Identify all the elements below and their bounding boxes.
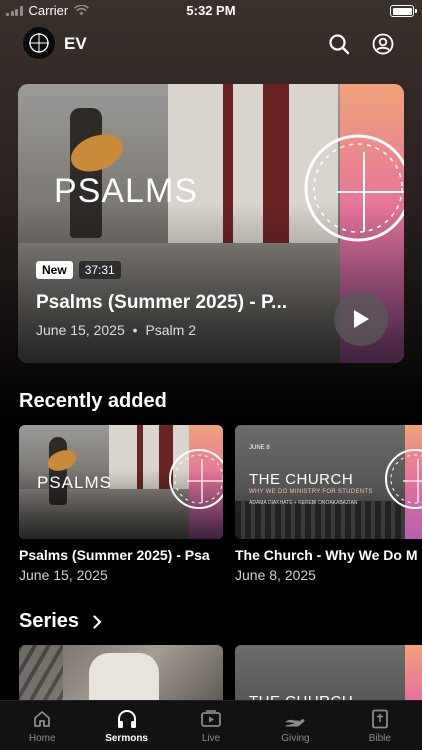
recent-sermon-date: June 8, 2025: [235, 567, 316, 583]
search-icon: [329, 34, 350, 55]
home-icon: [34, 711, 51, 727]
church-logo[interactable]: [22, 26, 56, 60]
tab-bible[interactable]: Bible: [338, 701, 422, 750]
battery-icon: [390, 5, 417, 17]
giving-hand-icon: [285, 719, 305, 727]
thorn-crown-cross-icon: [169, 449, 223, 509]
recent-sermon-thumbnail: JUNE 8 THE CHURCH WHY WE DO MINISTRY FOR…: [235, 425, 422, 539]
duration-badge: 37:31: [78, 261, 121, 279]
tab-bar: Home Sermons Live Giving Bible: [0, 700, 422, 750]
tab-sermons[interactable]: Sermons: [84, 701, 168, 750]
tab-home[interactable]: Home: [0, 701, 84, 750]
featured-passage: Psalm 2: [145, 322, 197, 338]
chevron-right-icon: [93, 614, 102, 629]
artwork-subtitle: WHY WE DO MINISTRY FOR STUDENTS: [249, 489, 373, 495]
tab-label: Live: [201, 733, 221, 744]
thorn-crown-cross-icon: [385, 449, 422, 509]
recent-sermon-thumbnail: PSALMS: [19, 425, 223, 539]
recent-artwork-word: PSALMS: [37, 473, 112, 492]
tab-label: Home: [28, 733, 56, 744]
tab-label: Bible: [368, 733, 391, 744]
profile-button[interactable]: [370, 31, 396, 57]
play-button[interactable]: [334, 292, 388, 346]
tab-label: Sermons: [105, 733, 148, 744]
tab-label: Giving: [281, 733, 310, 744]
recent-sermon-date: June 15, 2025: [19, 567, 108, 583]
search-button[interactable]: [326, 31, 352, 57]
featured-artwork-word: PSALMS: [54, 172, 198, 210]
recent-sermon-title: The Church - Why We Do M: [235, 547, 418, 563]
status-bar: Carrier 5:32 PM: [0, 0, 422, 22]
brand-name: EV: [64, 34, 87, 53]
bible-icon: [371, 709, 388, 729]
new-badge: New: [36, 261, 73, 279]
artwork-date: JUNE 8: [249, 445, 270, 451]
series-header[interactable]: Series: [19, 610, 102, 633]
featured-badges: New 37:31: [36, 261, 121, 279]
crosshair-logo-icon: [29, 33, 49, 53]
headphones-icon: [117, 710, 136, 728]
tab-live[interactable]: Live: [169, 701, 253, 750]
tab-giving[interactable]: Giving: [253, 701, 337, 750]
live-tv-icon: [201, 710, 221, 727]
featured-sermon-card[interactable]: PSALMS New 37:31 Psalms (Summer 2025) - …: [18, 84, 404, 363]
recent-sermon-card[interactable]: PSALMS Psalms (Summer 2025) - Psa June 1…: [19, 425, 223, 583]
recent-sermon-title: Psalms (Summer 2025) - Psa: [19, 547, 210, 563]
featured-meta: June 15, 2025 • Psalm 2: [36, 322, 196, 338]
artwork-title: THE CHURCH: [249, 471, 354, 488]
series-heading: Series: [19, 610, 80, 632]
recently-added-heading: Recently added: [19, 390, 167, 412]
profile-icon: [372, 33, 394, 55]
clock: 5:32 PM: [186, 3, 236, 18]
app-header: EV: [0, 26, 422, 62]
featured-title: Psalms (Summer 2025) - P...: [36, 292, 287, 313]
thorn-crown-cross-icon: [304, 134, 404, 242]
play-icon: [354, 310, 369, 328]
recent-sermon-card[interactable]: JUNE 8 THE CHURCH WHY WE DO MINISTRY FOR…: [235, 425, 422, 583]
meta-separator: •: [132, 322, 138, 338]
artwork-speakers: ADAMA DIAKHATE + KEREBI ONOAKABAZIAN: [249, 500, 358, 506]
featured-date: June 15, 2025: [36, 322, 125, 338]
